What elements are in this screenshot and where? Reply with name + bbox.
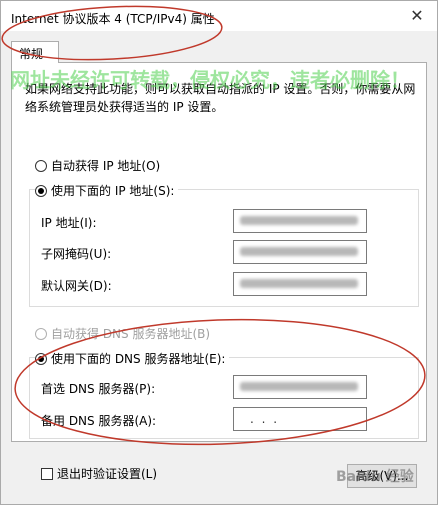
auto-ip-radio[interactable]: 自动获得 IP 地址(O): [35, 157, 160, 174]
subnet-mask-input[interactable]: [233, 240, 367, 264]
auto-ip-label: 自动获得 IP 地址(O): [51, 159, 161, 173]
preferred-dns-label: 首选 DNS 服务器(P):: [41, 382, 156, 396]
title-bar: Internet 协议版本 4 (TCP/IPv4) 属性 ✕: [1, 1, 437, 31]
baidu-jingyan-logo: Baidu 经验: [336, 462, 424, 488]
brand-text: Baidu 经验: [336, 469, 414, 485]
obscured-value: [240, 247, 358, 256]
close-icon[interactable]: ✕: [397, 1, 437, 31]
tab-general[interactable]: 常规: [11, 41, 59, 63]
validate-settings-checkbox[interactable]: 退出时验证设置(L): [41, 465, 157, 482]
radio-indicator-selected: [35, 352, 47, 365]
radio-indicator-selected: [35, 184, 47, 197]
auto-dns-radio[interactable]: 自动获得 DNS 服务器地址(B): [35, 325, 210, 342]
watermark-text: 网址未经许可转载，侵权必究，违者必删除！: [10, 68, 410, 92]
subnet-mask-label: 子网掩码(U):: [41, 247, 112, 261]
default-gateway-label: 默认网关(D):: [41, 279, 112, 293]
manual-ip-radio[interactable]: 使用下面的 IP 地址(S):: [35, 182, 179, 199]
ip-address-input[interactable]: [233, 209, 367, 233]
window-title: Internet 协议版本 4 (TCP/IPv4) 属性: [11, 12, 215, 26]
radio-indicator: [35, 159, 47, 172]
radio-indicator: [35, 327, 47, 340]
ip-address-label: IP 地址(I):: [41, 216, 97, 230]
manual-ip-label: 使用下面的 IP 地址(S):: [51, 184, 175, 198]
alternate-dns-input[interactable]: . . .: [233, 407, 367, 431]
obscured-value: [240, 216, 358, 225]
tab-general-label: 常规: [19, 47, 44, 61]
auto-dns-label: 自动获得 DNS 服务器地址(B): [51, 327, 211, 341]
preferred-dns-input[interactable]: [233, 375, 367, 399]
checkbox-indicator: [41, 467, 53, 480]
alternate-dns-label: 备用 DNS 服务器(A):: [41, 414, 157, 428]
obscured-value: [240, 382, 358, 391]
manual-dns-label: 使用下面的 DNS 服务器地址(E):: [51, 352, 226, 366]
default-gateway-input[interactable]: [233, 272, 367, 296]
obscured-value: [240, 279, 358, 288]
validate-settings-label: 退出时验证设置(L): [57, 467, 158, 481]
manual-dns-radio[interactable]: 使用下面的 DNS 服务器地址(E):: [35, 350, 230, 367]
